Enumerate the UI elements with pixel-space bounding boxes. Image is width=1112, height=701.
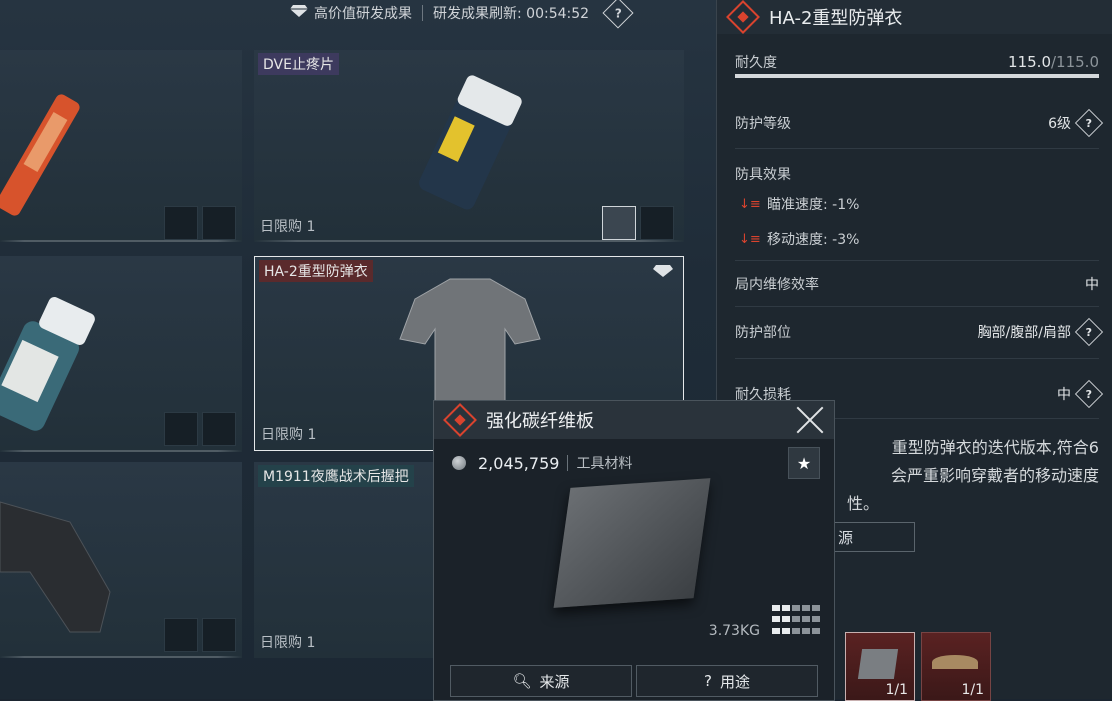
popup-title: 强化碳纤维板 — [486, 411, 594, 432]
purchase-limit: 日限购 1 — [260, 635, 316, 651]
item-name: DVE止疼片 — [258, 53, 339, 75]
armor-effect-label: 防具效果 — [735, 167, 791, 183]
attachment-slot[interactable] — [202, 206, 236, 240]
help-button[interactable]: ? — [1074, 317, 1104, 347]
divider — [735, 260, 1099, 261]
cell-divider — [254, 240, 684, 242]
effect-aim-speed: ↓≡ 瞄准速度: -1% — [739, 194, 859, 214]
durability-row: 耐久度 115.0/115.0 — [735, 52, 1099, 72]
item-weight: 3.73KG — [708, 623, 760, 639]
effect-value: -1% — [832, 197, 860, 213]
repair-efficiency-row: 局内维修效率 中 — [735, 274, 1099, 294]
shop-cell-medkit[interactable] — [0, 256, 242, 452]
material-slot[interactable]: 1/1 — [845, 632, 915, 701]
slot-count: 1/1 — [885, 682, 908, 698]
area-value: 胸部/腹部/肩部 — [977, 325, 1071, 341]
decrease-arrow-icon: ↓≡ — [739, 231, 761, 247]
armor-vest-image — [395, 269, 545, 420]
attachment-slot[interactable] — [202, 618, 236, 652]
attachment-slot[interactable] — [602, 206, 636, 240]
divider — [567, 455, 569, 471]
popup-header: 强化碳纤维板 — [434, 401, 834, 439]
price-value: 2,045,759 — [478, 453, 560, 473]
item-quality-icon — [443, 403, 477, 437]
wear-value: 中 — [1057, 387, 1071, 403]
armor-effect-row: 防具效果 — [735, 164, 1099, 184]
search-icon: 🔍︎ — [512, 672, 532, 690]
material-slot[interactable]: 1/1 — [921, 632, 991, 701]
item-quality-icon — [726, 0, 760, 34]
attachment-slot[interactable] — [164, 412, 198, 446]
divider — [735, 358, 1099, 359]
diamond-icon — [290, 4, 308, 22]
protection-level-label: 防护等级 — [735, 116, 791, 132]
cell-divider — [0, 450, 242, 452]
carbon-plate-thumb — [857, 649, 899, 679]
shop-cell-m1911[interactable]: M1911夜鹰战术后握把 日限购 1 — [254, 462, 434, 658]
shop-cell-injector[interactable] — [0, 50, 242, 242]
attachment-slot[interactable] — [164, 618, 198, 652]
item-name: HA-2重型防弹衣 — [259, 260, 373, 282]
repair-label: 局内维修效率 — [735, 277, 819, 293]
durability-bar — [735, 74, 1099, 78]
refresh-timer: 研发成果刷新: 00:54:52 — [433, 6, 590, 22]
purchase-limit: 日限购 1 — [260, 219, 316, 235]
injector-image — [0, 80, 80, 230]
claw-thumb — [932, 655, 978, 669]
repair-value: 中 — [1085, 277, 1099, 293]
protection-area-row: 防护部位 胸部/腹部/肩部? — [735, 317, 1104, 347]
decrease-arrow-icon: ↓≡ — [739, 196, 761, 212]
question-icon: ? — [704, 672, 712, 690]
item-name: M1911夜鹰战术后握把 — [258, 465, 414, 487]
item-tooltip-popup: 强化碳纤维板 2,045,759 工具材料 ★ 3.73KG 🔍︎ 来源 ? 用… — [433, 400, 835, 701]
durability-max: /115.0 — [1051, 53, 1099, 71]
divider — [422, 5, 423, 21]
diamond-icon — [653, 263, 673, 282]
attachment-slot[interactable] — [164, 206, 198, 240]
effect-value: -3% — [832, 232, 860, 248]
durability-bar-fill — [735, 74, 1099, 78]
protection-level-row: 防护等级 6级? — [735, 108, 1104, 138]
shop-cell-grip[interactable] — [0, 462, 242, 658]
cell-divider — [0, 240, 242, 242]
coin-icon — [452, 456, 466, 470]
attachment-slot[interactable] — [640, 206, 674, 240]
medicine-bottle-image — [0, 286, 104, 436]
high-value-label: 高价值研发成果 — [314, 6, 412, 22]
cell-divider — [0, 656, 242, 658]
durability-label: 耐久度 — [735, 55, 777, 71]
close-icon[interactable] — [796, 406, 824, 434]
effect-label: 瞄准速度: — [767, 197, 828, 213]
carbon-plate-image — [553, 478, 711, 608]
protection-level-value: 6级 — [1048, 116, 1071, 132]
durability-current: 115.0 — [1008, 53, 1051, 71]
effect-move-speed: ↓≡ 移动速度: -3% — [739, 229, 859, 249]
help-button[interactable]: ? — [1074, 379, 1104, 409]
grip-image — [0, 482, 130, 642]
item-category: 工具材料 — [576, 456, 633, 472]
popup-use-button[interactable]: ? 用途 — [636, 665, 818, 697]
divider — [735, 148, 1099, 149]
purchase-limit: 日限购 1 — [261, 427, 317, 443]
divider — [735, 306, 1099, 307]
help-button[interactable]: ? — [602, 0, 634, 29]
help-button[interactable]: ? — [1074, 108, 1104, 138]
favorite-star-button[interactable]: ★ — [788, 447, 820, 479]
panel-title: HA-2重型防弹衣 — [769, 8, 903, 29]
attachment-slot[interactable] — [202, 412, 236, 446]
slot-count: 1/1 — [961, 682, 984, 698]
shop-cell-dve[interactable]: DVE止疼片 日限购 1 — [254, 50, 684, 242]
area-label: 防护部位 — [735, 325, 791, 341]
popup-source-button[interactable]: 🔍︎ 来源 — [450, 665, 632, 697]
panel-header: HA-2重型防弹衣 — [717, 0, 1112, 34]
inventory-size-icon — [772, 605, 820, 637]
top-bar: 高价值研发成果 研发成果刷新: 00:54:52 ? — [290, 0, 634, 29]
price-row: 2,045,759 工具材料 — [452, 453, 632, 473]
painkiller-bottle-image — [394, 70, 544, 220]
effect-label: 移动速度: — [767, 232, 828, 248]
